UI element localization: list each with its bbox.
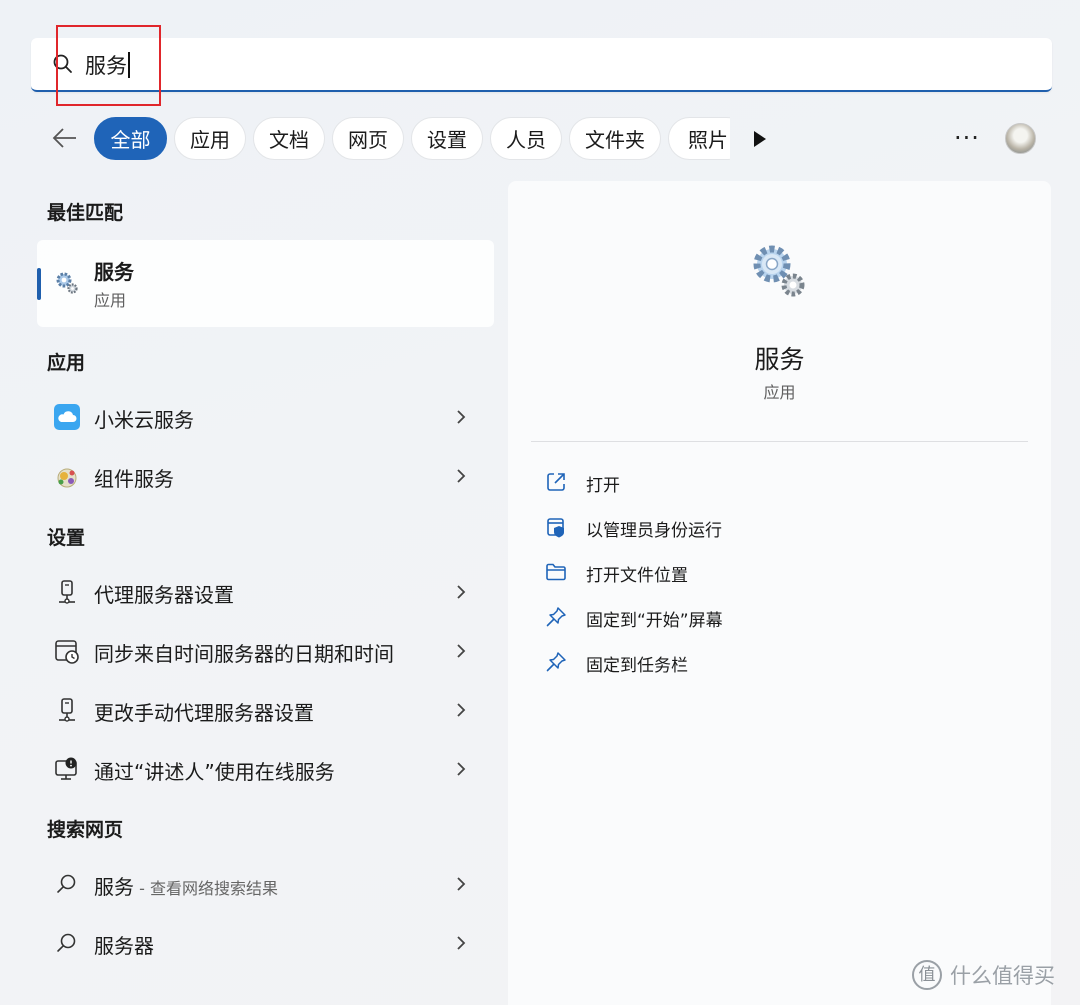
proxy-icon — [59, 698, 75, 722]
component-services-icon — [57, 468, 77, 488]
detail-subtitle: 应用 — [763, 383, 796, 402]
action-pin-to-taskbar[interactable]: 固定到任务栏 — [532, 643, 1012, 681]
chevron-right-icon — [457, 410, 466, 424]
chevron-right-icon — [457, 644, 466, 658]
detail-title: 服务 — [754, 345, 805, 374]
action-label: 打开文件位置 — [586, 566, 688, 586]
folder-icon — [546, 563, 566, 581]
search-icon — [57, 933, 76, 952]
chevron-right-icon — [457, 585, 466, 599]
section-settings: 设置 — [47, 527, 86, 549]
selection-indicator — [37, 268, 41, 300]
setting-label: 通过“讲述人”使用在线服务 — [94, 760, 335, 784]
chevron-right-icon — [457, 469, 466, 483]
open-external-icon — [547, 473, 565, 491]
more-options-button[interactable]: ··· — [950, 124, 984, 152]
admin-shield-icon — [547, 518, 564, 538]
filter-chip-people[interactable]: 人员 — [490, 117, 562, 160]
calendar-clock-icon — [55, 640, 79, 664]
filter-chip-photos[interactable]: 照片 — [668, 117, 730, 160]
chevron-right-icon — [457, 877, 466, 891]
filter-chip-documents[interactable]: 文档 — [253, 117, 325, 160]
web-item-server[interactable]: 服务器 — [37, 917, 494, 969]
filter-chip-apps[interactable]: 应用 — [174, 117, 246, 160]
detail-pane — [508, 181, 1051, 1005]
watermark-logo: 值 — [912, 960, 942, 990]
action-label: 固定到“开始”屏幕 — [586, 611, 723, 631]
proxy-icon — [59, 580, 75, 604]
action-label: 打开 — [586, 476, 620, 496]
user-avatar[interactable] — [1005, 123, 1036, 154]
web-result-label: 服务 - 查看网络搜索结果 — [94, 875, 278, 899]
setting-item-proxy[interactable]: 代理服务器设置 — [37, 566, 494, 618]
action-pin-to-start[interactable]: 固定到“开始”屏幕 — [532, 598, 1012, 636]
section-web-search: 搜索网页 — [47, 819, 124, 841]
app-label: 小米云服务 — [94, 408, 194, 432]
app-item-component-services[interactable]: 组件服务 — [37, 450, 494, 502]
setting-label: 代理服务器设置 — [94, 583, 234, 607]
cloud-icon — [54, 404, 80, 430]
best-match-subtitle: 应用 — [94, 291, 127, 310]
watermark: 值 什么值得买 — [912, 960, 1055, 990]
setting-item-narrator[interactable]: 通过“讲述人”使用在线服务 — [37, 743, 494, 795]
search-icon — [57, 874, 76, 893]
web-item-services[interactable]: 服务 - 查看网络搜索结果 — [37, 858, 494, 910]
search-box[interactable]: 服务 — [31, 38, 1052, 92]
web-result-label: 服务器 — [94, 934, 154, 958]
setting-item-manual-proxy[interactable]: 更改手动代理服务器设置 — [37, 684, 494, 736]
filter-chip-clip: 照片 — [668, 117, 730, 160]
services-gear-icon — [56, 272, 78, 294]
action-label: 以管理员身份运行 — [586, 521, 722, 541]
filter-chip-settings[interactable]: 设置 — [411, 117, 483, 160]
app-label: 组件服务 — [94, 467, 174, 491]
web-result-hint: - 查看网络搜索结果 — [134, 879, 278, 898]
detail-divider — [531, 441, 1028, 442]
services-gear-icon — [753, 245, 805, 297]
chevron-right-icon — [457, 936, 466, 950]
filter-chip-folders[interactable]: 文件夹 — [569, 117, 661, 160]
section-apps: 应用 — [47, 352, 86, 374]
action-open-file-location[interactable]: 打开文件位置 — [532, 553, 1012, 591]
back-arrow-icon[interactable] — [47, 120, 83, 156]
annotation-highlight-box — [56, 25, 161, 106]
watermark-text: 什么值得买 — [950, 964, 1055, 988]
app-item-xiaomi-cloud[interactable]: 小米云服务 — [37, 391, 494, 443]
action-open[interactable]: 打开 — [532, 463, 1012, 501]
chevron-right-icon — [457, 703, 466, 717]
setting-label: 更改手动代理服务器设置 — [94, 701, 314, 725]
action-run-as-admin[interactable]: 以管理员身份运行 — [532, 508, 1012, 546]
pin-icon — [546, 607, 566, 627]
best-match-title: 服务 — [94, 260, 134, 284]
filter-chip-all[interactable]: 全部 — [94, 117, 167, 160]
filter-chip-web[interactable]: 网页 — [332, 117, 404, 160]
section-best-match: 最佳匹配 — [47, 202, 124, 224]
chevron-right-icon — [457, 762, 466, 776]
setting-item-time-sync[interactable]: 同步来自时间服务器的日期和时间 — [37, 625, 494, 677]
pin-icon — [546, 652, 566, 672]
scroll-right-arrow-icon[interactable] — [748, 127, 772, 151]
action-label: 固定到任务栏 — [586, 656, 688, 676]
setting-label: 同步来自时间服务器的日期和时间 — [94, 642, 394, 666]
narrator-icon — [55, 757, 77, 780]
